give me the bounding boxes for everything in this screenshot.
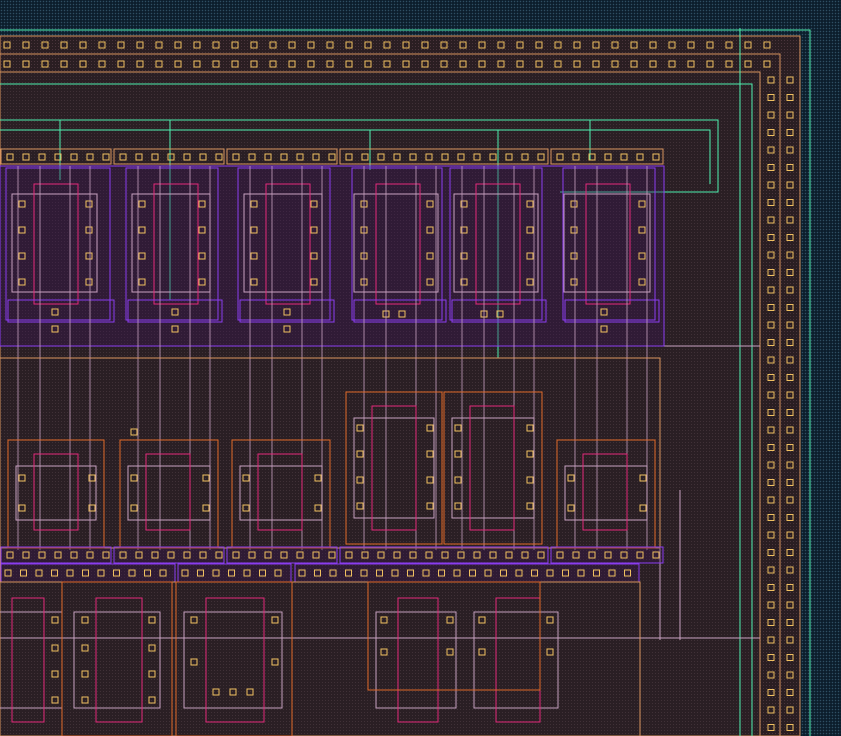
layout-canvas[interactable] (0, 0, 841, 736)
mid-strip-segment (226, 546, 338, 564)
mid-strip-segment (0, 546, 112, 564)
mid-strip-segment (113, 546, 225, 564)
mid-strip-segment-2 (294, 563, 640, 583)
middle-contact-strips (0, 546, 664, 583)
mid-strip-segment (550, 546, 664, 564)
mid-strip-segment (339, 546, 549, 564)
